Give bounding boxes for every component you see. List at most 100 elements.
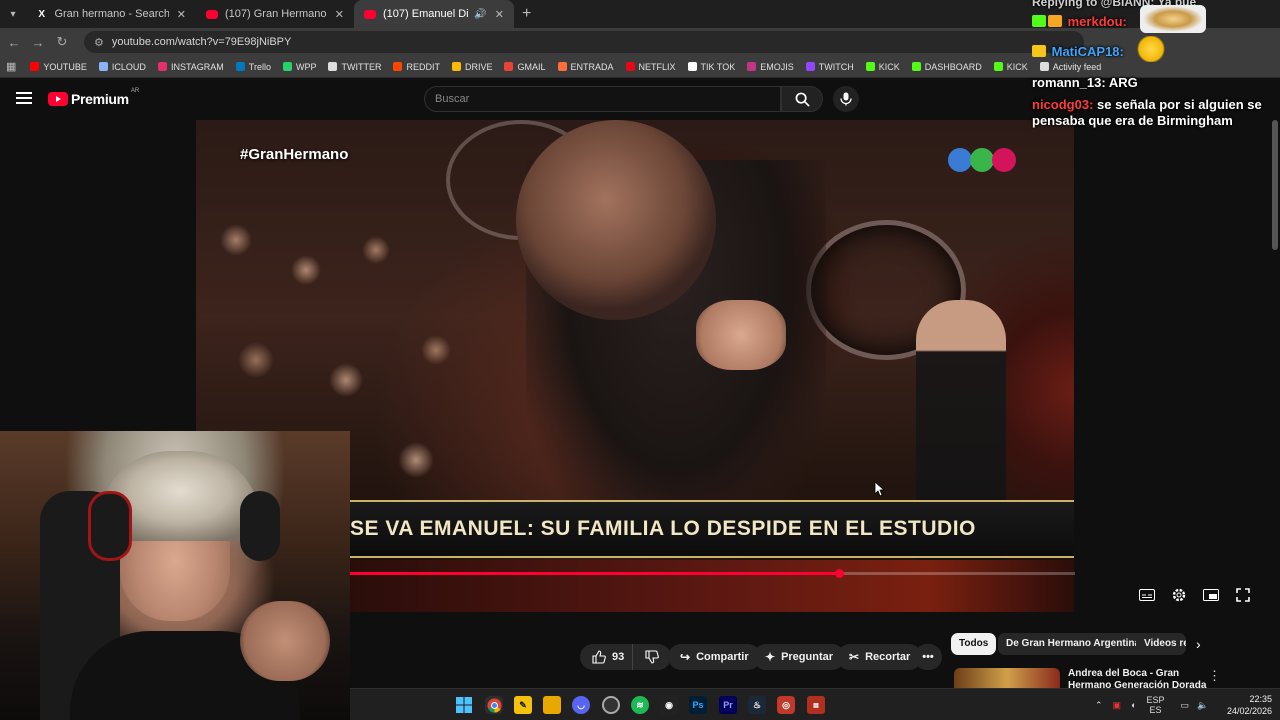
bookmark-item[interactable]: NETFLIX — [625, 62, 676, 72]
video-progress-bar[interactable] — [350, 569, 1075, 578]
chevron-right-icon[interactable]: › — [1196, 636, 1201, 652]
forward-icon[interactable]: → — [26, 35, 50, 50]
obs-icon[interactable]: ◉ — [660, 696, 678, 714]
video-caption: SE VA EMANUEL: SU FAMILIA LO DESPIDE EN … — [350, 517, 976, 540]
app-icon[interactable]: ◎ — [777, 696, 795, 714]
close-icon[interactable]: ✕ — [495, 8, 504, 21]
apps-grid-icon[interactable]: ▦ — [6, 60, 16, 73]
close-icon[interactable]: ✕ — [177, 8, 186, 21]
bookmark-item[interactable]: Trello — [235, 62, 271, 72]
bookmark-item[interactable]: DASHBOARD — [911, 61, 982, 72]
bookmark-icon — [911, 62, 921, 71]
file-explorer-icon[interactable] — [543, 696, 561, 714]
like-dislike-group: 93 — [580, 644, 672, 670]
bookmark-item[interactable]: KICK — [993, 62, 1028, 72]
bookmark-item[interactable]: INSTAGRAM — [157, 62, 224, 72]
bookmark-item[interactable]: YOUTUBE — [30, 62, 87, 72]
close-icon[interactable]: ✕ — [335, 8, 344, 21]
bookmark-item[interactable]: GMAIL — [504, 61, 546, 72]
bookmark-label: GMAIL — [517, 61, 546, 72]
reload-icon[interactable]: ↻ — [50, 34, 74, 50]
theater-mode-icon[interactable] — [1202, 586, 1220, 604]
bookmark-item[interactable]: DRIVE — [451, 62, 492, 72]
more-vertical-icon[interactable]: ⋮ — [1208, 668, 1221, 684]
bookmark-icon — [993, 62, 1003, 71]
mouse-cursor-icon — [874, 481, 886, 497]
menu-icon[interactable] — [16, 92, 32, 104]
steam-icon[interactable]: ♨ — [748, 696, 766, 714]
bookmark-item[interactable]: TWITTER — [328, 62, 381, 72]
bookmark-label: ICLOUD — [111, 61, 146, 72]
subtitles-icon[interactable] — [1138, 586, 1156, 604]
app-icon[interactable]: ▤ — [807, 696, 825, 714]
new-tab-button[interactable]: + — [522, 5, 531, 23]
bookmark-item[interactable]: EMOJIS — [747, 62, 794, 72]
share-button[interactable]: ↪ Compartir — [668, 644, 761, 670]
bookmark-label: YOUTUBE — [43, 61, 87, 72]
tray-app-icon[interactable]: ▣ — [1113, 700, 1122, 711]
language-indicator[interactable]: ESP ES — [1147, 695, 1165, 715]
chip-related[interactable]: Videos re — [1136, 633, 1186, 655]
bookmark-icon — [98, 62, 108, 71]
ask-label: Preguntar — [781, 651, 834, 663]
spotify-icon[interactable]: ≋ — [631, 696, 649, 714]
bookmark-item[interactable]: ICLOUD — [98, 61, 146, 72]
tab-x-search[interactable]: X Gran hermano - Search / X ✕ — [26, 0, 196, 28]
dislike-button[interactable] — [632, 644, 672, 670]
youtube-icon — [364, 8, 376, 20]
clip-button[interactable]: ✂ Recortar — [837, 644, 923, 670]
bookmark-icon — [451, 62, 461, 71]
page-scrollbar[interactable] — [1272, 120, 1278, 250]
search-button[interactable] — [781, 86, 823, 112]
url-field[interactable]: ⚙ youtube.com/watch?v=79E98jNiBPY — [84, 31, 1084, 53]
chat-username: merkdou: — [1067, 14, 1127, 29]
network-icon[interactable]: ▭ — [1181, 700, 1190, 711]
notes-icon[interactable]: ✎ — [514, 696, 532, 714]
premiere-icon[interactable]: Pr — [719, 696, 737, 714]
windows-start-icon[interactable] — [455, 696, 473, 714]
bookmark-item[interactable]: TIK TOK — [687, 62, 735, 72]
clock[interactable]: 22:35 24/02/2026 — [1222, 693, 1272, 717]
back-icon[interactable]: ← — [2, 35, 26, 50]
share-group: ↪ Compartir — [668, 644, 761, 670]
app-icon[interactable] — [602, 696, 620, 714]
ask-button[interactable]: ✦ Preguntar — [753, 644, 846, 670]
tab-gran-hermano[interactable]: (107) Gran Hermano Argentina ✕ — [196, 0, 354, 28]
headphones-icon — [88, 491, 132, 561]
url-text: youtube.com/watch?v=79E98jNiBPY — [111, 36, 292, 48]
bookmark-icon — [865, 62, 875, 71]
tab-emanuel-active[interactable]: (107) Emanuel Di Gioia - Gr 🔊 ✕ — [354, 0, 514, 28]
youtube-logo[interactable]: Premium AR — [48, 88, 139, 107]
fullscreen-icon[interactable] — [1234, 586, 1252, 604]
site-info-icon[interactable]: ⚙ — [94, 36, 104, 49]
tray-app-icon[interactable]: ◐ — [1131, 700, 1136, 710]
bookmark-icon — [625, 62, 635, 71]
photoshop-icon[interactable]: Ps — [689, 696, 707, 714]
like-button[interactable]: 93 — [580, 644, 633, 670]
chat-username: nicodg03: — [1032, 97, 1094, 112]
telefe-logo — [948, 148, 1016, 172]
bookmark-item[interactable]: KICK — [865, 62, 900, 72]
bookmark-item[interactable]: ENTRADA — [557, 62, 614, 72]
volume-icon[interactable]: 🔈 — [1197, 700, 1208, 711]
chip-all[interactable]: Todos — [951, 633, 997, 655]
chrome-icon[interactable] — [485, 696, 503, 714]
chip-channel[interactable]: De Gran Hermano Argentina — [998, 633, 1149, 655]
bookmark-label: TWITCH — [818, 61, 854, 72]
bookmark-item[interactable]: REDDIT — [393, 62, 440, 72]
chat-message: ARG — [1108, 75, 1138, 90]
discord-icon[interactable]: ◡ — [572, 696, 590, 714]
bookmark-label: DASHBOARD — [924, 61, 982, 72]
bookmark-item[interactable]: WPP — [282, 62, 316, 72]
bookmark-item[interactable]: TWITCH — [805, 61, 854, 72]
more-actions-button[interactable]: ••• — [914, 644, 942, 670]
scissors-icon: ✂ — [849, 650, 860, 664]
tab-search-icon[interactable]: ▾ — [0, 0, 26, 28]
voice-search-button[interactable] — [833, 86, 859, 112]
search-input[interactable]: Buscar — [424, 86, 781, 112]
speaker-icon[interactable]: 🔊 — [474, 9, 486, 20]
tab-title: (107) Emanuel Di Gioia - Gr — [383, 8, 470, 20]
bookmark-label: TWITTER — [341, 61, 382, 72]
chevron-up-icon[interactable]: ⌃ — [1095, 700, 1103, 711]
settings-icon[interactable] — [1170, 586, 1188, 604]
